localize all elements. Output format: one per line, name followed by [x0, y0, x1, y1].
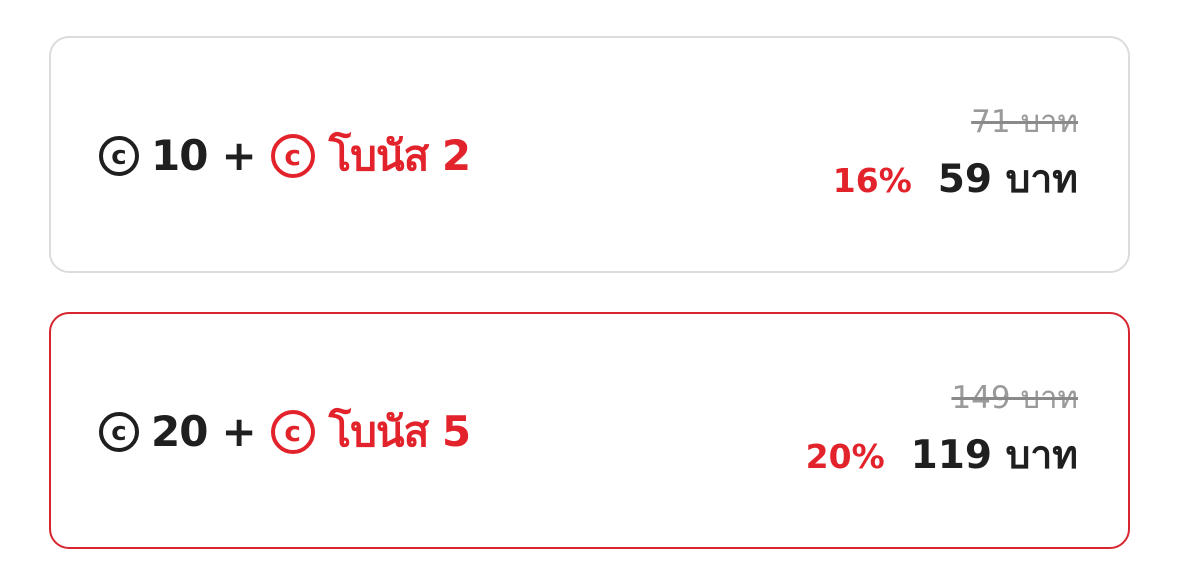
package-pricing: 149 บาท 20% 119 บาท	[806, 381, 1078, 485]
coin-package-10[interactable]: c 10 + c โบนัส 2 71 บาท 16% 59 บาท	[49, 36, 1130, 273]
plus-sign: +	[221, 407, 257, 456]
sale-price: 59 บาท	[937, 156, 1078, 202]
bonus-coin-icon: c	[270, 409, 315, 454]
discount-badge: 20%	[805, 436, 885, 476]
coin-amount: 20	[151, 407, 208, 456]
original-price: 149 บาท	[951, 380, 1078, 417]
sale-price: 119 บาท	[910, 432, 1078, 478]
plus-sign: +	[221, 131, 257, 180]
original-price: 71 บาท	[971, 104, 1078, 141]
price-row: 20% 119 บาท	[806, 424, 1078, 486]
coin-package-list: c 10 + c โบนัส 2 71 บาท 16% 59 บาท c 20 …	[0, 0, 1179, 585]
bonus-coin-icon: c	[270, 133, 315, 178]
coin-amount: 10	[151, 131, 208, 180]
package-coins: c 10 + c โบนัส 2	[99, 123, 471, 189]
discount-badge: 16%	[832, 160, 912, 200]
bonus-label: โบนัส 5	[328, 406, 471, 456]
coin-package-20-selected[interactable]: c 20 + c โบนัส 5 149 บาท 20% 119 บาท	[49, 312, 1130, 549]
package-pricing: 71 บาท 16% 59 บาท	[833, 105, 1078, 209]
coin-icon: c	[99, 135, 139, 176]
package-coins: c 20 + c โบนัส 5	[99, 399, 471, 465]
bonus-label: โบนัส 2	[328, 130, 471, 180]
price-row: 16% 59 บาท	[833, 148, 1078, 210]
coin-icon: c	[99, 411, 139, 452]
